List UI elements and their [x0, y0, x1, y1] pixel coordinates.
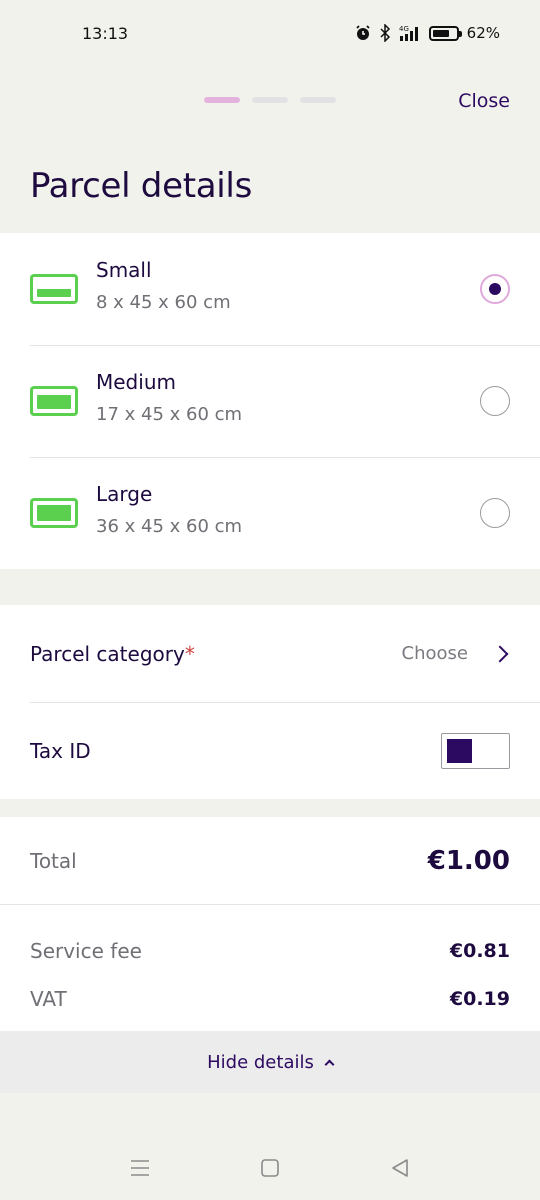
tax-id-row: Tax ID	[0, 702, 540, 799]
menu-icon	[131, 1160, 149, 1176]
step-1	[204, 97, 240, 103]
parcel-category-label: Parcel category*	[30, 641, 195, 666]
step-2	[252, 97, 288, 103]
hide-details-label: Hide details	[207, 1051, 314, 1073]
header: Close Parcel details	[0, 66, 540, 233]
svg-text:4G: 4G	[399, 25, 409, 33]
status-time: 13:13	[82, 23, 129, 43]
tax-id-toggle[interactable]	[441, 732, 510, 769]
bluetooth-icon	[380, 24, 390, 42]
size-dims: 17 x 45 x 60 cm	[96, 403, 243, 425]
system-nav-bar	[0, 1140, 540, 1196]
total-value: €1.00	[427, 845, 510, 876]
battery-percent: 62%	[466, 24, 500, 42]
total-label: Total	[30, 848, 77, 873]
chevron-right-icon	[491, 645, 509, 662]
toggle-knob	[447, 738, 472, 763]
size-dims: 36 x 45 x 60 cm	[96, 515, 243, 537]
radio-large[interactable]	[480, 498, 510, 528]
page-title: Parcel details	[30, 166, 252, 206]
tax-id-label: Tax ID	[30, 738, 91, 763]
status-bar: 13:13 4G 62%	[0, 0, 540, 66]
parcel-category-row[interactable]: Parcel category* Choose	[0, 605, 540, 702]
price-summary: Total €1.00 Service fee €0.81 VAT €0.19	[0, 817, 540, 1031]
home-icon	[261, 1159, 279, 1177]
parcel-details-card: Parcel category* Choose Tax ID	[0, 605, 540, 799]
size-name: Small	[96, 257, 152, 282]
size-name: Large	[96, 481, 153, 506]
vat-row: VAT €0.19	[0, 975, 540, 1023]
large-box-icon	[30, 498, 78, 528]
vat-label: VAT	[30, 987, 67, 1011]
total-row: Total €1.00	[0, 817, 540, 905]
service-fee-row: Service fee €0.81	[0, 927, 540, 975]
hide-details-button[interactable]: Hide details	[0, 1031, 540, 1093]
back-icon	[392, 1159, 408, 1177]
service-fee-label: Service fee	[30, 939, 142, 963]
home-nav-button[interactable]	[255, 1153, 285, 1183]
medium-box-icon	[30, 386, 78, 416]
chevron-up-icon	[324, 1059, 335, 1069]
service-fee-value: €0.81	[449, 940, 510, 962]
menu-nav-button[interactable]	[125, 1153, 155, 1183]
radio-small[interactable]	[480, 274, 510, 304]
vat-value: €0.19	[449, 988, 510, 1010]
size-option-large[interactable]: Large 36 x 45 x 60 cm	[0, 457, 540, 569]
back-nav-button[interactable]	[385, 1153, 415, 1183]
radio-medium[interactable]	[480, 386, 510, 416]
parcel-category-select[interactable]: Choose	[402, 643, 510, 664]
category-value: Choose	[401, 643, 468, 664]
parcel-size-list: Small 8 x 45 x 60 cm Medium 17 x 45 x 60…	[0, 233, 540, 569]
size-name: Medium	[96, 369, 176, 394]
required-marker: *	[184, 641, 195, 666]
close-button[interactable]: Close	[458, 90, 510, 112]
battery-icon	[428, 25, 462, 41]
size-dims: 8 x 45 x 60 cm	[96, 291, 231, 313]
size-option-small[interactable]: Small 8 x 45 x 60 cm	[0, 233, 540, 345]
status-icons: 4G 62%	[355, 24, 500, 42]
step-3	[300, 97, 336, 103]
size-option-medium[interactable]: Medium 17 x 45 x 60 cm	[0, 345, 540, 457]
alarm-icon	[356, 25, 370, 40]
small-box-icon	[30, 274, 78, 304]
step-indicator	[204, 97, 336, 103]
signal-4g-icon: 4G	[399, 25, 418, 41]
